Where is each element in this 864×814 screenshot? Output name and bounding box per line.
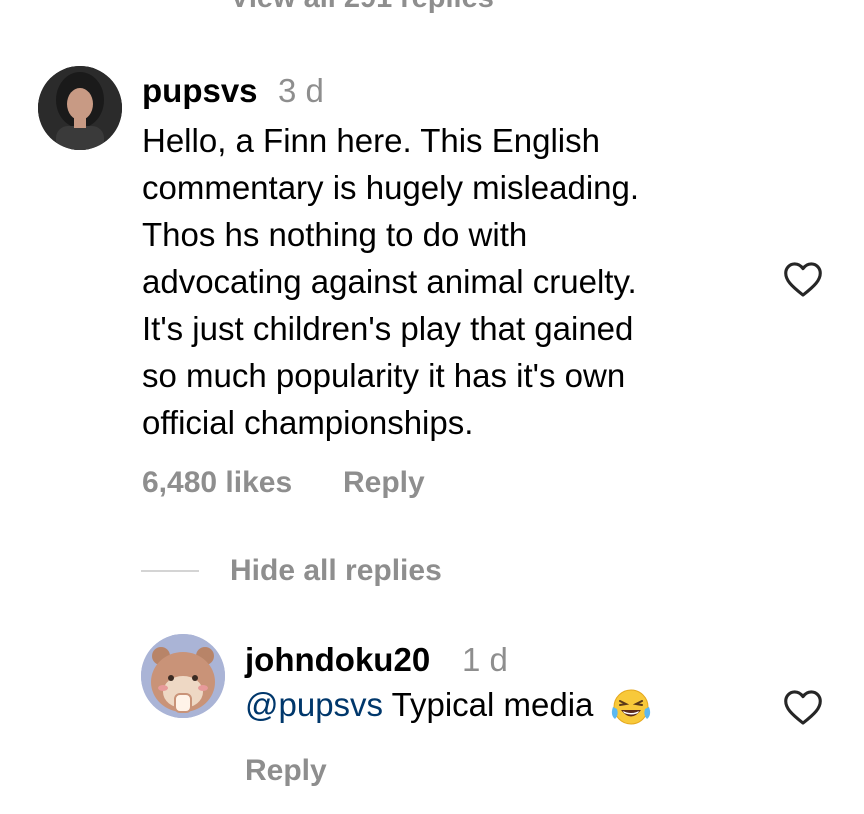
reply-message: Typical media — [391, 686, 594, 723]
comment-likes-count[interactable]: 6,480 likes — [142, 466, 292, 500]
like-reply-button[interactable] — [782, 688, 824, 726]
reply-button[interactable]: Reply — [245, 754, 327, 788]
heart-outline-icon — [784, 690, 822, 725]
reply-timestamp: 1 d — [462, 641, 508, 678]
laughing-emoji-icon — [609, 687, 653, 727]
like-comment-button[interactable] — [782, 260, 824, 298]
avatar-photo-icon — [38, 66, 122, 150]
hide-replies-button[interactable]: Hide all replies — [230, 554, 442, 588]
comment-text: Hello, a Finn here. This English comment… — [142, 122, 640, 441]
reply-text: @pupsvs Typical media — [245, 686, 653, 727]
avatar-pupsvs[interactable] — [38, 66, 122, 150]
heart-outline-icon — [784, 262, 822, 297]
bear-avatar-icon — [141, 634, 225, 718]
reply-username[interactable]: johndoku20 — [245, 641, 430, 679]
comment-timestamp: 3 d — [278, 72, 324, 109]
comment-username[interactable]: pupsvs — [142, 72, 258, 110]
replies-divider-line — [141, 570, 199, 572]
reply-button[interactable]: Reply — [343, 466, 425, 500]
mention-link[interactable]: @pupsvs — [245, 686, 383, 723]
view-all-replies-button[interactable]: View all 291 replies — [230, 0, 494, 15]
avatar-johndoku20[interactable] — [141, 634, 225, 718]
